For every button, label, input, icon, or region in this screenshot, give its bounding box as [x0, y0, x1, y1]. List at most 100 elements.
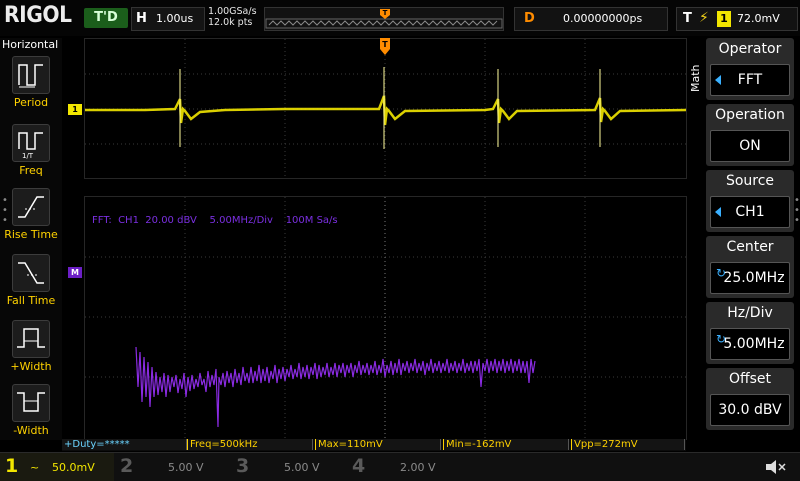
horizontal-label: H: [136, 11, 147, 26]
channel-status-bar: 1 ~ 50.0mV 2 5.00 V 3 5.00 V 4 2.00 V: [0, 452, 800, 481]
measure-frequency-label: Freq: [19, 164, 43, 177]
hz-div-softkey[interactable]: Hz/Div ↻ 5.00MHz: [706, 302, 794, 364]
trigger-source: 1: [717, 11, 731, 27]
right-softkey-menu: Operator FFT Operation ON Source CH1 Cen…: [706, 38, 794, 440]
measure-fall-time-label: Fall Time: [6, 294, 56, 307]
rising-edge-icon: ⚡: [699, 10, 709, 26]
waveform-overview: T: [265, 9, 503, 29]
horizontal-timebase[interactable]: H 1.00us: [131, 7, 205, 31]
channel-2-scale: 5.00 V: [168, 461, 204, 474]
fft-grid: [85, 197, 686, 439]
source-value: CH1: [710, 196, 790, 228]
negative-width-icon: [12, 384, 50, 422]
measurement-freq[interactable]: Freq=500kHz: [187, 439, 313, 450]
measure-positive-width[interactable]: +Width: [0, 320, 62, 382]
measure-positive-width-label: +Width: [10, 360, 52, 373]
measure-period[interactable]: Period: [0, 56, 62, 118]
trigger-position-marker: T: [383, 9, 388, 17]
knob-icon: ↻: [715, 332, 727, 346]
channel-4-number: 4: [352, 455, 366, 477]
offset-value: 30.0 dBV: [710, 394, 790, 426]
frequency-icon: 1/T: [12, 124, 50, 162]
operation-title: Operation: [715, 107, 785, 123]
sample-rate: 1.00GSa/s: [208, 6, 257, 17]
channel-3-scale: 5.00 V: [284, 461, 320, 474]
measure-fall-time[interactable]: Fall Time: [0, 254, 62, 316]
hz-div-value: ↻ 5.00MHz: [710, 328, 790, 360]
ch1-offset-marker[interactable]: 1: [68, 104, 82, 115]
top-status-bar: RIGOL T'D H 1.00us 1.00GSa/s 12.0k pts T…: [0, 0, 800, 36]
sample-rate-info: 1.00GSa/s 12.0k pts: [208, 6, 257, 28]
measurement-vpp[interactable]: Vpp=272mV: [571, 439, 685, 450]
positive-width-icon: [12, 320, 50, 358]
trigger-position-bar[interactable]: T: [264, 7, 504, 31]
measurement-bar: +Duty=***** Freq=500kHz Max=110mV Min=-1…: [62, 439, 686, 451]
measure-negative-width-label: -Width: [13, 424, 49, 437]
rise-time-icon: [12, 188, 50, 226]
measurement-min[interactable]: Min=-162mV: [443, 439, 569, 450]
trigger-level: 72.0mV: [737, 12, 780, 25]
measurement-duty[interactable]: +Duty=*****: [62, 439, 187, 450]
channel-1-coupling: ~: [30, 461, 40, 474]
channel-3-number: 3: [236, 455, 250, 477]
brand-logo: RIGOL: [4, 3, 72, 28]
left-measure-menu: Horizontal Period 1/T Freq Rise Time Fal…: [0, 38, 62, 440]
waveform-display[interactable]: [84, 38, 687, 440]
time-domain-panel: [84, 38, 687, 179]
knob-icon: ↻: [715, 266, 727, 280]
channel-3-status[interactable]: 3 5.00 V: [232, 453, 346, 481]
offset-softkey[interactable]: Offset 30.0 dBV: [706, 368, 794, 430]
trigger-marker-icon[interactable]: T: [380, 38, 390, 55]
channel-4-status[interactable]: 4 2.00 V: [348, 453, 462, 481]
trigger-marker-label: T: [382, 40, 388, 49]
source-softkey[interactable]: Source CH1: [706, 170, 794, 232]
trigger-label: T: [683, 11, 692, 26]
delay-readout[interactable]: D 0.00000000ps: [514, 7, 668, 31]
operation-value: ON: [710, 130, 790, 162]
hz-div-value-text: 5.00MHz: [723, 336, 785, 352]
speaker-muted-icon[interactable]: [764, 458, 788, 476]
ch1-waveform: [85, 95, 687, 126]
delay-label: D: [524, 11, 535, 26]
measure-rise-time[interactable]: Rise Time: [0, 188, 62, 250]
channel-2-number: 2: [120, 455, 134, 477]
channel-1-status[interactable]: 1 ~ 50.0mV: [0, 453, 114, 481]
measurement-max[interactable]: Max=110mV: [315, 439, 441, 450]
run-status-badge[interactable]: T'D: [84, 8, 128, 28]
center-value-text: 25.0MHz: [723, 270, 785, 286]
math-tab-indicator: •: [690, 84, 696, 95]
operation-softkey[interactable]: Operation ON: [706, 104, 794, 166]
time-grid: [85, 39, 687, 178]
math-offset-marker[interactable]: M: [68, 267, 82, 278]
operator-title: Operator: [718, 41, 782, 57]
right-page-dots[interactable]: • • •: [794, 196, 800, 226]
channel-1-number: 1: [5, 455, 19, 477]
memory-depth: 12.0k pts: [208, 17, 253, 28]
fft-info: FFT: CH1 20.00 dBV 5.00MHz/Div 100M Sa/s: [92, 215, 338, 226]
left-page-dots[interactable]: • • •: [2, 196, 8, 226]
offset-title: Offset: [728, 371, 772, 387]
hz-div-title: Hz/Div: [727, 305, 773, 321]
measure-rise-time-label: Rise Time: [4, 228, 58, 241]
channel-1-scale: 50.0mV: [52, 461, 95, 474]
channel-4-scale: 2.00 V: [400, 461, 436, 474]
svg-text:1/T: 1/T: [22, 152, 34, 160]
center-softkey[interactable]: Center ↻ 25.0MHz: [706, 236, 794, 298]
delay-value: 0.00000000ps: [563, 12, 643, 25]
period-icon: [12, 56, 50, 94]
operator-softkey[interactable]: Operator FFT: [706, 38, 794, 100]
operator-value: FFT: [710, 64, 790, 96]
fall-time-icon: [12, 254, 50, 292]
source-title: Source: [725, 173, 775, 189]
center-value: ↻ 25.0MHz: [710, 262, 790, 294]
fft-spectrum: [135, 346, 536, 428]
channel-2-status[interactable]: 2 5.00 V: [116, 453, 230, 481]
left-menu-title: Horizontal: [2, 38, 59, 51]
center-title: Center: [726, 239, 774, 255]
measure-period-label: Period: [13, 96, 49, 109]
measure-negative-width[interactable]: -Width: [0, 384, 62, 446]
trigger-readout[interactable]: T ⚡ 1 72.0mV: [676, 7, 798, 31]
fft-panel: [84, 196, 687, 440]
measure-frequency[interactable]: 1/T Freq: [0, 124, 62, 186]
timebase-value: 1.00us: [156, 12, 194, 25]
